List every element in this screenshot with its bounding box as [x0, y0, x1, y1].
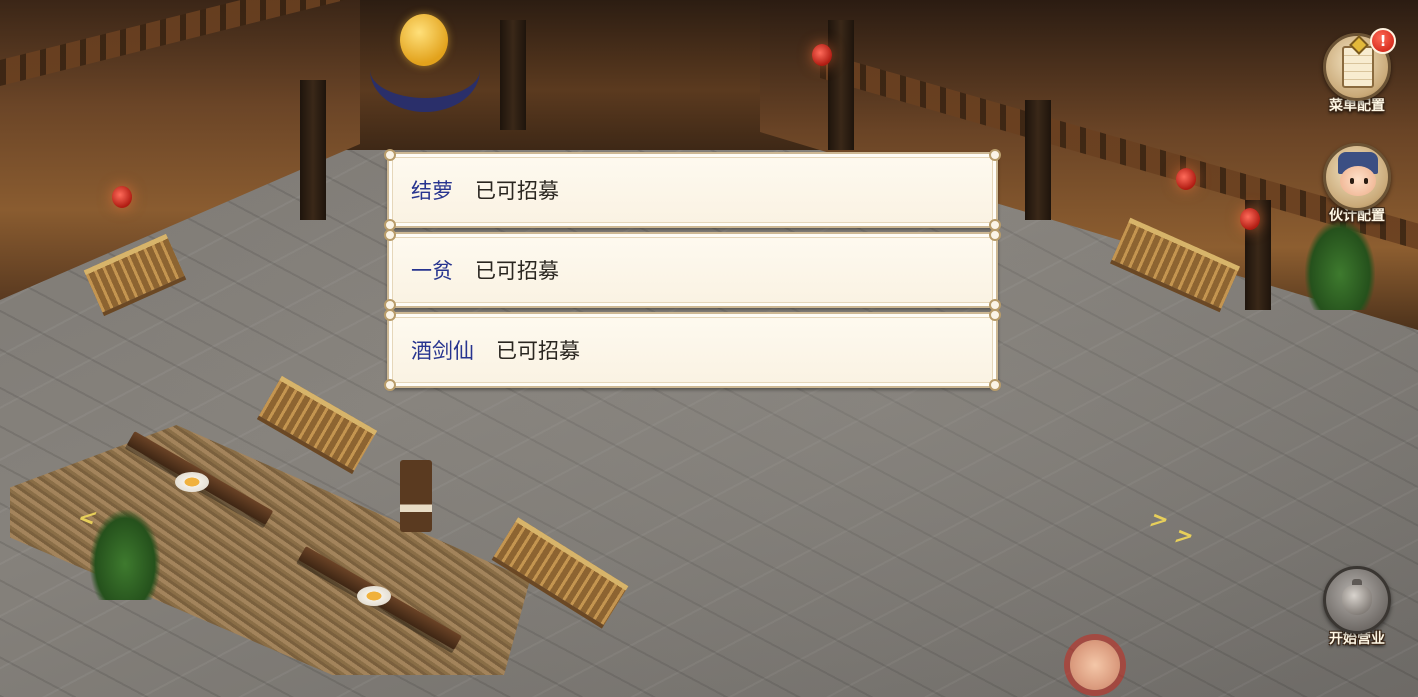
start-business-icon-frame	[1323, 566, 1391, 634]
staff-config-icon-frame	[1323, 143, 1391, 211]
recruit-item[interactable]: 结萝 已可招募	[384, 149, 1001, 231]
recruit-item[interactable]: 酒剑仙 已可招募	[384, 309, 1001, 391]
recruit-status: 已可招募	[475, 179, 559, 203]
recruit-name: 酒剑仙	[411, 339, 474, 363]
menu-config-icon-frame: !	[1323, 28, 1396, 101]
bamboo-plant	[1305, 220, 1375, 310]
menu-config-button[interactable]: ! 菜单配置	[1317, 28, 1397, 115]
red-lantern	[112, 186, 132, 208]
food-plate	[175, 472, 209, 492]
bamboo-fence	[256, 375, 378, 475]
wood-pillar	[828, 20, 854, 150]
start-business-button[interactable]: 开始营业	[1317, 566, 1397, 648]
red-lantern	[1176, 168, 1196, 190]
staff-avatar-icon	[1336, 152, 1380, 202]
recruit-status: 已可招募	[496, 339, 580, 363]
recruit-item[interactable]: 一贫 已可招募	[384, 229, 1001, 311]
wood-pillar	[500, 20, 526, 130]
red-lantern	[812, 44, 832, 66]
recruit-name: 一贫	[411, 259, 453, 283]
direction-arrow-icon: >	[1170, 524, 1198, 549]
wood-pillar	[300, 80, 326, 220]
bamboo-plant	[90, 510, 160, 600]
pot-icon	[1342, 579, 1372, 615]
moon-coin-decoration	[370, 8, 480, 112]
wooden-chair	[400, 460, 432, 532]
food-plate	[357, 586, 391, 606]
recruit-name: 结萝	[411, 179, 453, 203]
direction-arrow-icon: >	[1145, 508, 1173, 533]
pointer-hand-icon	[1070, 640, 1120, 690]
red-lantern	[1240, 208, 1260, 230]
staff-config-button[interactable]: 伙计配置	[1317, 143, 1397, 225]
scroll-icon	[1342, 46, 1374, 88]
alert-icon: !	[1370, 28, 1396, 54]
wood-pillar	[1025, 100, 1051, 220]
recruit-status: 已可招募	[475, 259, 559, 283]
